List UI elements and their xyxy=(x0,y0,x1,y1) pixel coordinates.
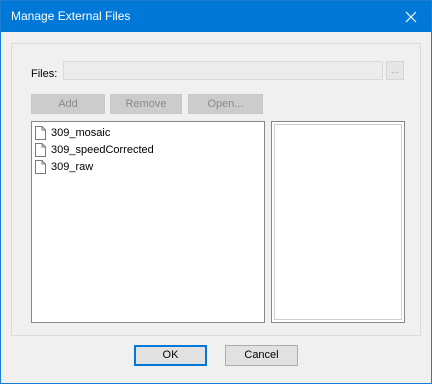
list-item[interactable]: 309_mosaic xyxy=(35,125,110,141)
document-icon xyxy=(35,160,46,174)
list-item-label: 309_speedCorrected xyxy=(51,144,154,156)
files-input[interactable] xyxy=(63,61,383,80)
browse-button[interactable]: ... xyxy=(386,61,404,80)
document-icon xyxy=(35,143,46,157)
open-button[interactable]: Open... xyxy=(188,94,263,114)
list-item[interactable]: 309_speedCorrected xyxy=(35,142,154,158)
preview-panel xyxy=(271,121,405,323)
title-bar[interactable]: Manage External Files xyxy=(1,1,431,32)
window-title: Manage External Files xyxy=(11,9,131,23)
close-icon xyxy=(405,11,417,22)
document-icon xyxy=(35,126,46,140)
cancel-button[interactable]: Cancel xyxy=(225,345,298,366)
files-label: Files: xyxy=(31,68,58,80)
preview-area xyxy=(274,124,402,320)
add-button[interactable]: Add xyxy=(31,94,105,114)
list-item-label: 309_mosaic xyxy=(51,127,111,139)
close-button[interactable] xyxy=(391,1,431,32)
list-item-label: 309_raw xyxy=(51,161,94,173)
file-list[interactable]: 309_mosaic 309_speedCorrected 309_raw xyxy=(31,121,265,323)
manage-external-files-dialog: Manage External Files Files: ... Add Rem… xyxy=(0,0,432,384)
remove-button[interactable]: Remove xyxy=(110,94,182,114)
ok-button[interactable]: OK xyxy=(134,345,207,366)
list-item[interactable]: 309_raw xyxy=(35,159,93,175)
